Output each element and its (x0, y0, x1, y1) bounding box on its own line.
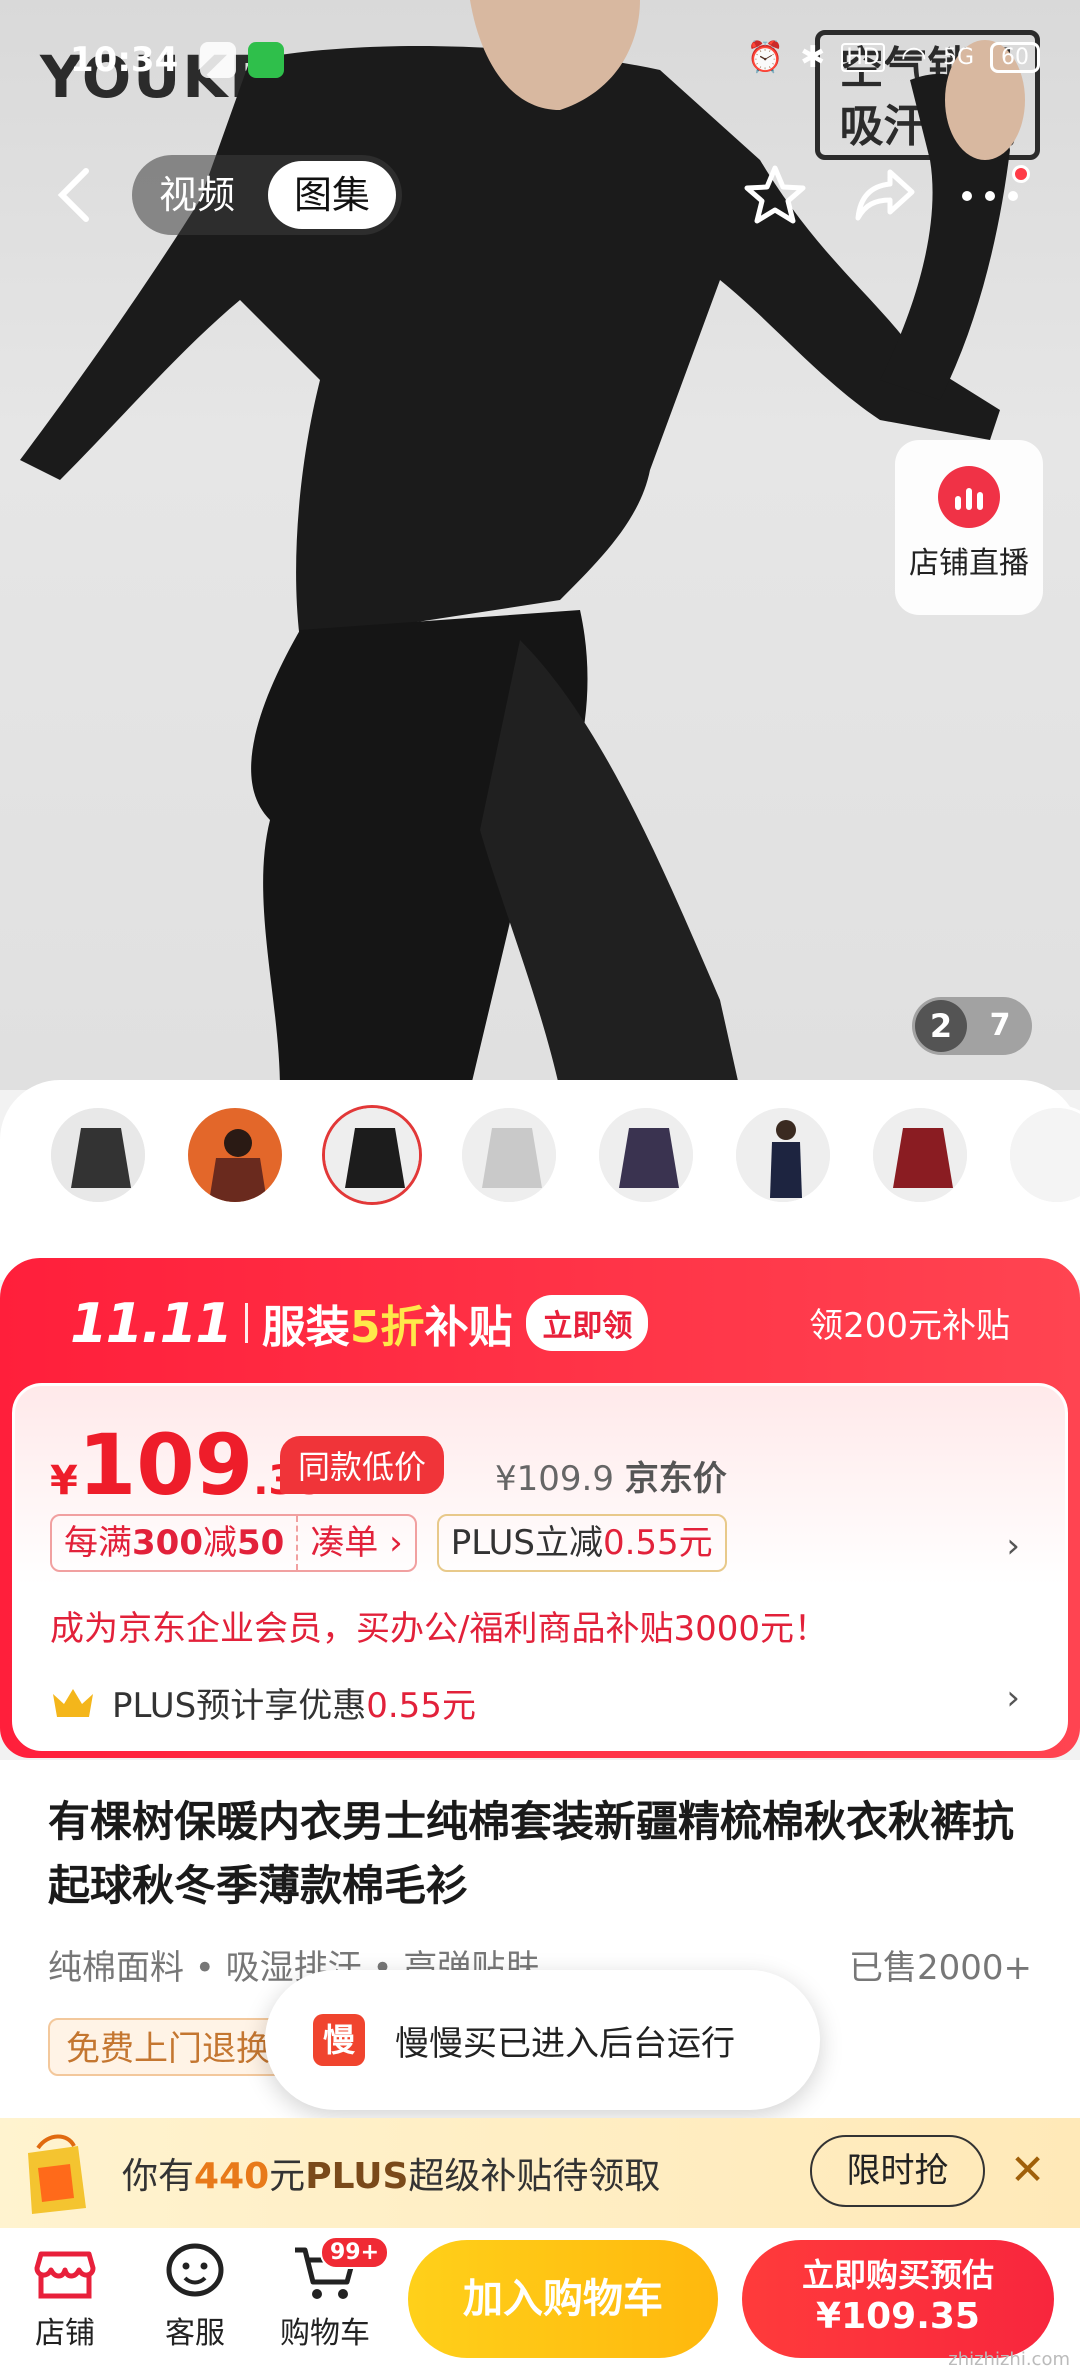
buy-now-label: 立即购买预估 (801, 2256, 994, 2294)
toast-notification: 慢 慢慢买已进入后台运行 (265, 1970, 820, 2110)
subsidy-link[interactable]: 领200元补贴 (809, 1298, 1010, 1347)
product-image-gallery[interactable]: YOUKESHU 有棵树 空气锁温 吸汗透气 10:34 ⏰ ✱ HD ◠ 5G… (0, 0, 1080, 1090)
notification-dot (1012, 165, 1030, 183)
store-live-label: 店铺直播 (909, 546, 1029, 581)
share-icon[interactable] (850, 160, 920, 230)
variant-thumb[interactable] (733, 1105, 833, 1205)
status-app-icons (200, 42, 284, 78)
signal-icon: 5G (942, 45, 974, 70)
promo-headline: 服装5折补贴 (261, 1302, 513, 1353)
variant-thumb-selected[interactable] (322, 1105, 422, 1205)
bluetooth-icon: ✱ (800, 40, 826, 75)
manmanmai-app-icon: 慢 (313, 2014, 365, 2066)
low-price-badge: 同款低价 (280, 1436, 445, 1494)
tab-gallery[interactable]: 图集 (268, 161, 396, 229)
variant-thumb[interactable] (596, 1105, 696, 1205)
plus-discount-coupon[interactable]: PLUS立减 0.55元 (436, 1514, 727, 1572)
store-icon (34, 2251, 96, 2299)
status-system-icons: ⏰ ✱ HD ◠ 5G 60 (747, 40, 1040, 75)
battery-icon: 60 (990, 42, 1040, 73)
buy-now-price: ¥109.35 (816, 2296, 980, 2337)
pager-current: 2 (915, 1000, 967, 1052)
favorite-star-icon[interactable] (740, 160, 810, 230)
status-bar: 10:34 ⏰ ✱ HD ◠ 5G 60 (0, 40, 1080, 90)
service-tab[interactable]: 客服 (140, 2240, 250, 2352)
claim-button[interactable]: 立即领 (526, 1295, 649, 1351)
price-card: ¥109.35 同款低价 ¥109.9 京东价 每满300减50 凑单 › PL… (12, 1383, 1068, 1751)
store-live-button[interactable]: 店铺直播 (895, 440, 1043, 615)
customer-service-icon (166, 2243, 224, 2297)
pager-total: 7 (989, 1008, 1011, 1043)
jd-price: ¥109.9 京东价 (495, 1459, 727, 1499)
variant-thumb[interactable] (48, 1105, 148, 1205)
promo-header[interactable]: 11.11 服装5折补贴 立即领 (70, 1288, 649, 1358)
plus-banner-text: 你有440元PLUS超级补贴待领取 (122, 2156, 661, 2197)
close-icon[interactable]: ✕ (1010, 2145, 1045, 2194)
coupon-row[interactable]: 每满 300 减 50 凑单 › PLUS立减 0.55元 (50, 1514, 727, 1572)
plus-estimate-row[interactable]: PLUS预计享优惠 0.55元 (50, 1678, 476, 1727)
variant-thumb[interactable] (870, 1105, 970, 1205)
double11-logo: 11.11 (70, 1291, 233, 1355)
bundle-link[interactable]: 凑单 › (310, 1516, 402, 1570)
promo-separator (244, 1303, 248, 1343)
store-label: 店铺 (35, 2316, 95, 2351)
media-toggle: 视频 图集 (132, 155, 402, 235)
site-watermark: zhizhizhi.com (948, 2349, 1070, 2370)
add-to-cart-button[interactable]: 加入购物车 (408, 2240, 718, 2358)
free-return-tag: 免费上门退换 (48, 2018, 298, 2076)
cart-count-badge: 99+ (320, 2236, 390, 2269)
tab-video[interactable]: 视频 (132, 155, 262, 235)
crown-icon (53, 1688, 93, 1717)
full-reduction-coupon[interactable]: 每满 300 减 50 凑单 › (50, 1514, 417, 1572)
status-time: 10:34 (70, 40, 179, 80)
variant-thumb[interactable] (459, 1105, 559, 1205)
toast-message: 慢慢买已进入后台运行 (395, 2023, 735, 2064)
product-title: 有棵树保暖内衣男士纯棉套装新疆精梳棉秋衣秋裤抗起球秋冬季薄款棉毛衫 (48, 1797, 1015, 1910)
sold-count: 已售2000+ (848, 1948, 1032, 1988)
live-icon (938, 466, 1000, 528)
store-tab[interactable]: 店铺 (10, 2240, 120, 2352)
chevron-right-icon[interactable]: › (1006, 1526, 1020, 1566)
image-pager: 2 7 (912, 997, 1032, 1055)
alarm-icon: ⏰ (746, 40, 785, 75)
hd-icon: HD (841, 43, 885, 72)
enterprise-member-promo[interactable]: 成为京东企业会员，买办公/福利商品补贴3000元！ (50, 1601, 828, 1650)
wechat-icon (200, 42, 236, 78)
gift-bag-icon (28, 2134, 86, 2214)
service-label: 客服 (165, 2316, 225, 2351)
promo-card: 11.11 服装5折补贴 立即领 领200元补贴 ¥109.35 同款低价 ¥1… (0, 1258, 1080, 1758)
wifi-icon: ◠ (900, 40, 927, 75)
back-arrow-icon[interactable] (50, 165, 100, 225)
variant-thumb[interactable] (185, 1105, 285, 1205)
chevron-right-icon[interactable]: › (1006, 1678, 1020, 1718)
buy-now-button[interactable]: 立即购买预估 ¥109.35 (742, 2240, 1054, 2358)
limited-grab-button[interactable]: 限时抢 (810, 2135, 985, 2207)
message-icon (248, 42, 284, 78)
cart-label: 购物车 (280, 2316, 370, 2351)
